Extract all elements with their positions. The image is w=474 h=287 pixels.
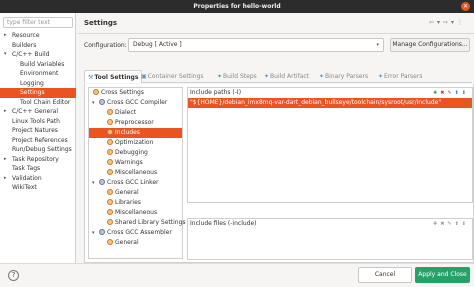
gear-icon <box>107 149 113 155</box>
tool-settings-icon: ⚒ <box>88 74 94 81</box>
list-actions: ✚✖✎⬆⬇ <box>433 88 469 98</box>
forward-icon[interactable]: ⇨ <box>443 19 451 26</box>
window-title: Properties for hello-world <box>193 3 281 10</box>
tab-binary-parsers[interactable]: ✦Binary Parsers <box>319 70 368 83</box>
nav-item-environment[interactable]: Environment <box>0 69 76 79</box>
nav-item-settings[interactable]: Settings <box>0 88 76 98</box>
nav-item-logging[interactable]: Logging <box>0 79 76 89</box>
configuration-label: Configuration: <box>84 42 127 49</box>
build-artifact-icon: ✦ <box>264 73 270 80</box>
window-titlebar: Properties for hello-world ✕ <box>0 0 474 13</box>
tree-item-debugging[interactable]: Debugging <box>89 148 182 158</box>
gear-icon <box>107 159 113 165</box>
gear-icon <box>107 139 113 145</box>
history-nav-icons[interactable]: ⇦▾⇨▾⋮ <box>429 19 466 26</box>
left-pane: type filter text ▸ Resource Builders ▾ C/C… <box>0 13 76 263</box>
gear-icon <box>99 179 105 185</box>
include-paths-header: Include paths (-I) ✚✖✎⬆⬇ <box>190 88 469 98</box>
nav-item-run-debug-settings[interactable]: Run/Debug Settings <box>0 145 76 155</box>
nav-tree: ▸ Resource Builders ▾ C/C++ Build Build Va… <box>0 31 76 193</box>
tree-item-cross-gcc-compiler[interactable]: ▾ Cross GCC Compiler <box>89 98 182 108</box>
apply-and-close-button[interactable]: Apply and Close <box>415 267 470 283</box>
back-icon[interactable]: ⇦ <box>429 19 437 26</box>
nav-item-wikitext[interactable]: WikiText <box>0 183 76 193</box>
include-path-row[interactable]: "${HOME}/debian_imx8mq-var-dart_debian_b… <box>188 98 472 108</box>
configuration-select[interactable]: Debug [ Active ] ▾ <box>128 38 384 52</box>
gear-icon <box>107 199 113 205</box>
gear-icon <box>99 99 105 105</box>
tree-item-miscellaneous[interactable]: Miscellaneous <box>89 168 182 178</box>
nav-item-resource[interactable]: ▸ Resource <box>0 31 76 41</box>
nav-item-builders[interactable]: Builders <box>0 41 76 51</box>
tree-item-warnings[interactable]: Warnings <box>89 158 182 168</box>
tree-item-preprocessor[interactable]: Preprocessor <box>89 118 182 128</box>
build-steps-icon: ✦ <box>217 73 223 80</box>
main-pane: Settings ⇦▾⇨▾⋮ Configuration: Debug [ Ac… <box>78 13 474 263</box>
more-icon[interactable]: ⋮ <box>457 19 466 26</box>
nav-item-tool-chain-editor[interactable]: Tool Chain Editor <box>0 98 76 108</box>
nav-item-project-references[interactable]: Project References <box>0 136 76 146</box>
tab-error-parsers[interactable]: ✦Error Parsers <box>378 70 422 83</box>
nav-item-cc-build[interactable]: ▾ C/C++ Build <box>0 50 76 60</box>
tree-item-linker-general[interactable]: General <box>89 188 182 198</box>
tree-item-cross-settings[interactable]: Cross Settings <box>89 88 182 98</box>
tree-item-dialect[interactable]: Dialect <box>89 108 182 118</box>
list-actions: ✚✖✎⬆⬇ <box>433 219 469 229</box>
nav-item-cc-general[interactable]: ▸ C/C++ General <box>0 107 76 117</box>
tab-tool-settings[interactable]: ⚒Tool Settings <box>84 70 143 83</box>
error-parsers-icon: ✦ <box>378 73 384 80</box>
tab-build-artifact[interactable]: ✦Build Artifact <box>264 70 309 83</box>
gear-icon <box>107 189 113 195</box>
include-files-list: Include files (-include) ✚✖✎⬆⬇ <box>187 218 473 260</box>
include-files-header: Include files (-include) ✚✖✎⬆⬇ <box>190 219 469 229</box>
nav-item-task-repository[interactable]: ▸ Task Repository <box>0 155 76 165</box>
tree-item-libraries[interactable]: Libraries <box>89 198 182 208</box>
gear-icon <box>107 109 113 115</box>
tab-container-settings[interactable]: ▣Container Settings <box>141 70 204 83</box>
gear-icon <box>107 129 113 135</box>
move-up-icon[interactable]: ⬆ <box>455 90 462 96</box>
tree-item-cross-gcc-linker[interactable]: ▾ Cross GCC Linker <box>89 178 182 188</box>
tab-bar: ⚒Tool Settings ▣Container Settings ✦Buil… <box>84 70 472 83</box>
nav-item-validation[interactable]: ▸ Validation <box>0 174 76 184</box>
chevron-down-icon: ▾ <box>376 42 379 48</box>
nav-item-project-natures[interactable]: Project Natures <box>0 126 76 136</box>
gear-icon <box>99 229 105 235</box>
tool-settings-panel: Cross Settings ▾ Cross GCC Compiler Diale… <box>84 84 474 263</box>
edit-icon[interactable]: ✎ <box>447 90 454 96</box>
gear-icon <box>107 219 113 225</box>
help-icon[interactable]: ? <box>8 270 19 281</box>
nav-item-linux-tools-path[interactable]: Linux Tools Path <box>0 117 76 127</box>
container-icon: ▣ <box>141 73 147 80</box>
tree-item-assembler-general[interactable]: General <box>89 238 182 248</box>
tree-item-cross-gcc-assembler[interactable]: ▾ Cross GCC Assembler <box>89 228 182 238</box>
close-icon[interactable]: ✕ <box>461 2 470 11</box>
tool-tree: Cross Settings ▾ Cross GCC Compiler Diale… <box>88 87 186 259</box>
manage-configurations-button[interactable]: Manage Configurations... <box>390 38 470 52</box>
move-up-icon[interactable]: ⬆ <box>455 221 462 227</box>
binary-parsers-icon: ✦ <box>319 73 325 80</box>
page-title: Settings <box>84 19 118 27</box>
gear-icon <box>93 89 99 95</box>
tree-item-includes[interactable]: Includes <box>89 128 182 138</box>
gear-icon <box>107 169 113 175</box>
edit-icon[interactable]: ✎ <box>447 221 454 227</box>
dialog-footer: ? Cancel Apply and Close <box>0 263 474 287</box>
cancel-button[interactable]: Cancel <box>358 267 412 283</box>
filter-input[interactable]: type filter text <box>3 17 73 28</box>
include-paths-list: Include paths (-I) ✚✖✎⬆⬇ "${HOME}/debian… <box>187 87 473 203</box>
move-down-icon[interactable]: ⬇ <box>462 90 469 96</box>
nav-item-build-variables[interactable]: Build Variables <box>0 60 76 70</box>
gear-icon <box>107 119 113 125</box>
move-down-icon[interactable]: ⬇ <box>462 221 469 227</box>
tab-build-steps[interactable]: ✦Build Steps <box>217 70 257 83</box>
tree-item-optimization[interactable]: Optimization <box>89 138 182 148</box>
header-divider <box>78 33 474 34</box>
tree-item-linker-miscellaneous[interactable]: Miscellaneous <box>89 208 182 218</box>
nav-item-task-tags[interactable]: Task Tags <box>0 164 76 174</box>
gear-icon <box>107 239 113 245</box>
gear-icon <box>107 209 113 215</box>
tree-item-shared-library-settings[interactable]: Shared Library Settings <box>89 218 186 228</box>
